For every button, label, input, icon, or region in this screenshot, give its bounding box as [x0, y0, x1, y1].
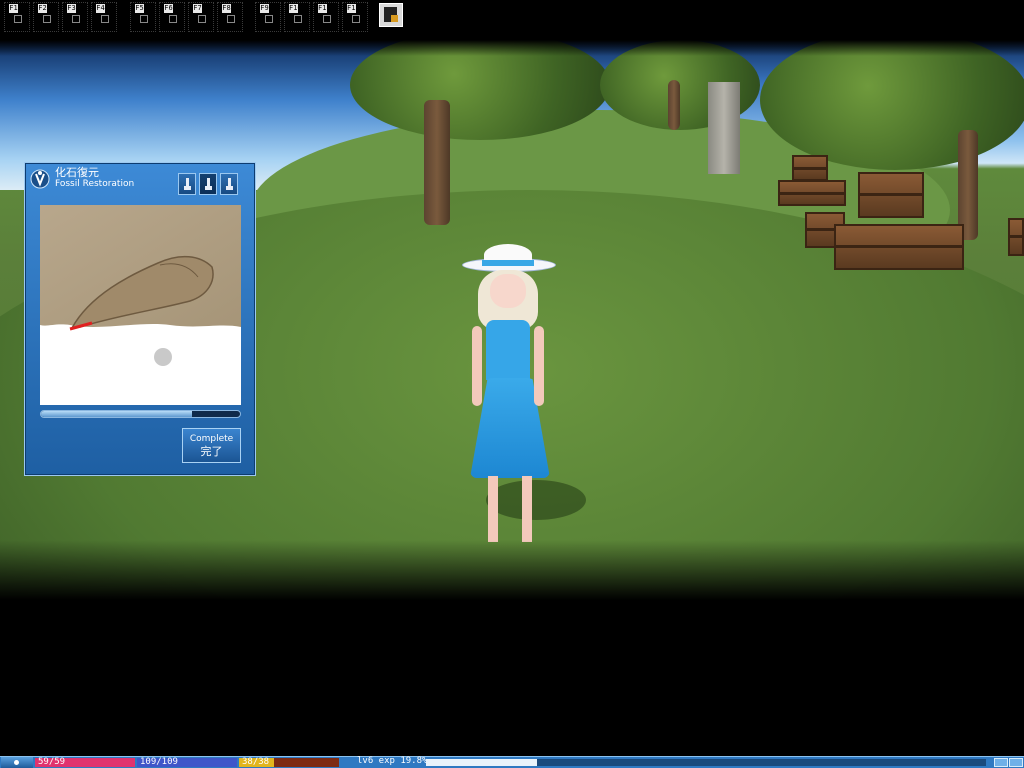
player-character[interactable]	[456, 240, 586, 542]
hotkey-slot[interactable]: F1	[4, 2, 30, 32]
scene-bottom-fade	[0, 540, 1024, 600]
brush-tool-button[interactable]	[178, 173, 196, 195]
wooden-crate	[792, 155, 828, 181]
hotkey-slot-icon	[14, 15, 22, 23]
hotkey-label: F7	[193, 4, 202, 13]
stone-pillar	[708, 82, 740, 174]
wooden-crate	[834, 224, 964, 270]
hotkey-label: F11	[318, 4, 331, 13]
expand-button[interactable]	[1009, 758, 1023, 767]
complete-label-jp: 完了	[200, 445, 223, 458]
hotkey-label: F1	[9, 4, 18, 13]
right-arm	[534, 326, 544, 406]
hotkey-slot[interactable]: F12	[342, 2, 368, 32]
hotkey-slot[interactable]: F5	[130, 2, 156, 32]
hotkey-group-3: F9 F10 F11 F12	[255, 2, 373, 32]
hotkey-label: F5	[135, 4, 144, 13]
hotkey-slot[interactable]: F8	[217, 2, 243, 32]
mp-gauge: 109/109	[137, 757, 237, 767]
stamina-gauge: 38/38	[239, 757, 339, 767]
pick-tool-button[interactable]	[220, 173, 238, 195]
wooden-crate	[1008, 218, 1024, 256]
exp-bar	[426, 759, 986, 766]
fossil-stone	[40, 205, 241, 405]
hotkey-slot-icon	[198, 15, 206, 23]
pick-tool-icon	[226, 178, 233, 190]
hotkey-slot-icon	[140, 15, 148, 23]
hotkey-slot-icon	[294, 15, 302, 23]
hotkey-slot-icon	[352, 15, 360, 23]
hotkey-slot[interactable]: F3	[62, 2, 88, 32]
hotkey-slot-icon	[323, 15, 331, 23]
window-title-jp: 化石復元	[55, 166, 99, 179]
hotkey-label: F4	[96, 4, 105, 13]
hotkey-slot-icon	[227, 15, 235, 23]
stamina-value: 38/38	[242, 757, 270, 767]
hp-gauge: 59/59	[35, 757, 135, 767]
left-leg	[488, 476, 498, 542]
wooden-crate	[778, 180, 846, 206]
left-arm	[472, 326, 482, 406]
hotkey-slot[interactable]: F7	[188, 2, 214, 32]
exp-bar-fill	[426, 759, 537, 766]
wooden-crate	[858, 172, 924, 218]
tree-trunk	[424, 100, 450, 225]
hotkey-slot-icon	[43, 15, 51, 23]
hotkey-slot[interactable]: F4	[91, 2, 117, 32]
hotkey-group-2: F5 F6 F7 F8	[130, 2, 248, 32]
character-info-icon	[384, 7, 398, 22]
exp-label: lv6 exp 19.8%	[357, 756, 428, 766]
chisel-tool-button[interactable]	[199, 173, 217, 195]
hotkey-slot[interactable]: F10	[284, 2, 310, 32]
restoration-progress-bar	[40, 410, 241, 418]
character-info-button[interactable]	[379, 3, 403, 27]
hotkey-label: F8	[222, 4, 231, 13]
hotkey-slot[interactable]: F11	[313, 2, 339, 32]
restoration-progress-fill	[41, 411, 193, 417]
hotkey-label: F9	[260, 4, 269, 13]
hotkey-bar: F1 F2 F3 F4 F5 F6 F7 F8 F9 F10 F11 F12	[0, 0, 1024, 40]
complete-button[interactable]: Complete 完了	[182, 428, 241, 463]
status-bar: 59/59 109/109 38/38 lv6 exp 19.8%	[0, 756, 1024, 768]
hotkey-slot[interactable]: F2	[33, 2, 59, 32]
hotkey-label: F6	[164, 4, 173, 13]
hotkey-slot-icon	[265, 15, 273, 23]
character-shadow	[486, 480, 586, 520]
mp-value: 109/109	[140, 757, 178, 767]
window-title-en: Fossil Restoration	[55, 179, 135, 189]
chisel-tool-icon	[205, 178, 212, 190]
tree-trunk	[668, 80, 680, 130]
character-face	[490, 274, 526, 308]
hotkey-label: F12	[347, 4, 360, 13]
scene-top-fade	[0, 40, 1024, 56]
fossil-restoration-window: 化石復元 Fossil Restoration Complete 完了	[24, 162, 256, 476]
hp-value: 59/59	[38, 757, 66, 767]
fossil-dig-area[interactable]	[40, 205, 241, 405]
complete-label-en: Complete	[189, 434, 234, 444]
minimize-button[interactable]	[994, 758, 1008, 767]
hotkey-slot-icon	[101, 15, 109, 23]
brush-tool-icon	[184, 178, 191, 190]
hotkey-label: F2	[38, 4, 47, 13]
right-leg	[522, 476, 532, 542]
hotkey-slot-icon	[169, 15, 177, 23]
hotkey-slot-icon	[72, 15, 80, 23]
hotkey-label: F3	[67, 4, 76, 13]
fossil-logo-icon	[30, 169, 50, 189]
hotkey-slot[interactable]: F6	[159, 2, 185, 32]
dress-top	[486, 320, 530, 380]
hotkey-label: F10	[289, 4, 302, 13]
hotkey-slot[interactable]: F9	[255, 2, 281, 32]
hat-ribbon	[482, 260, 534, 266]
main-menu-button[interactable]	[1, 757, 33, 768]
hotkey-group-1: F1 F2 F3 F4	[4, 2, 122, 32]
